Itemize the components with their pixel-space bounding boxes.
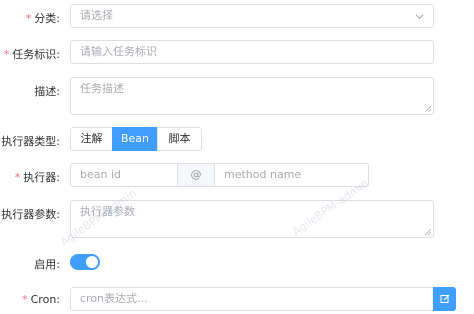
resize-handle-icon[interactable] [425, 229, 431, 235]
executor-label: * 执行器: [14, 171, 60, 184]
executor-type-annotation-option[interactable]: 注解 [70, 127, 113, 151]
cron-label: * Cron: [22, 293, 60, 306]
executor-params-textarea[interactable]: 执行器参数 [70, 200, 434, 238]
bean-id-input[interactable]: bean id [70, 163, 178, 187]
switch-knob [86, 256, 98, 268]
bean-id-placeholder: bean id [80, 168, 121, 181]
category-select[interactable]: 请选择 [70, 4, 434, 28]
required-mark: * [3, 48, 10, 61]
task-id-placeholder: 请输入任务标识 [80, 45, 157, 58]
description-label: 描述: [34, 85, 60, 98]
resize-handle-icon[interactable] [425, 106, 431, 112]
cron-edit-button[interactable] [433, 287, 456, 311]
chevron-down-icon [415, 14, 424, 20]
cron-placeholder: cron表达式... [80, 292, 148, 305]
method-name-input[interactable]: method name [214, 163, 369, 187]
required-mark: * [25, 12, 32, 25]
required-mark: * [14, 171, 21, 184]
executor-type-script-option[interactable]: 脚本 [157, 127, 202, 151]
enabled-switch[interactable] [70, 254, 100, 270]
executor-params-placeholder: 执行器参数 [80, 205, 135, 218]
cron-input[interactable]: cron表达式... [70, 287, 434, 311]
executor-params-label: 执行器参数: [1, 208, 60, 221]
description-textarea[interactable]: 任务描述 [70, 77, 434, 115]
at-separator: @ [177, 163, 215, 187]
executor-type-bean-option[interactable]: Bean [112, 127, 158, 151]
required-mark: * [22, 293, 28, 306]
task-id-label: * 任务标识: [3, 48, 60, 61]
enabled-label: 启用: [34, 258, 60, 271]
edit-icon [440, 294, 449, 303]
category-select-placeholder: 请选择 [80, 9, 113, 22]
description-placeholder: 任务描述 [80, 82, 124, 95]
category-label: * 分类: [25, 12, 60, 25]
executor-type-label: 执行器类型: [1, 135, 60, 148]
task-id-input[interactable]: 请输入任务标识 [70, 40, 434, 64]
method-name-placeholder: method name [224, 168, 302, 181]
executor-type-segmented: 注解 Bean 脚本 [70, 127, 202, 151]
